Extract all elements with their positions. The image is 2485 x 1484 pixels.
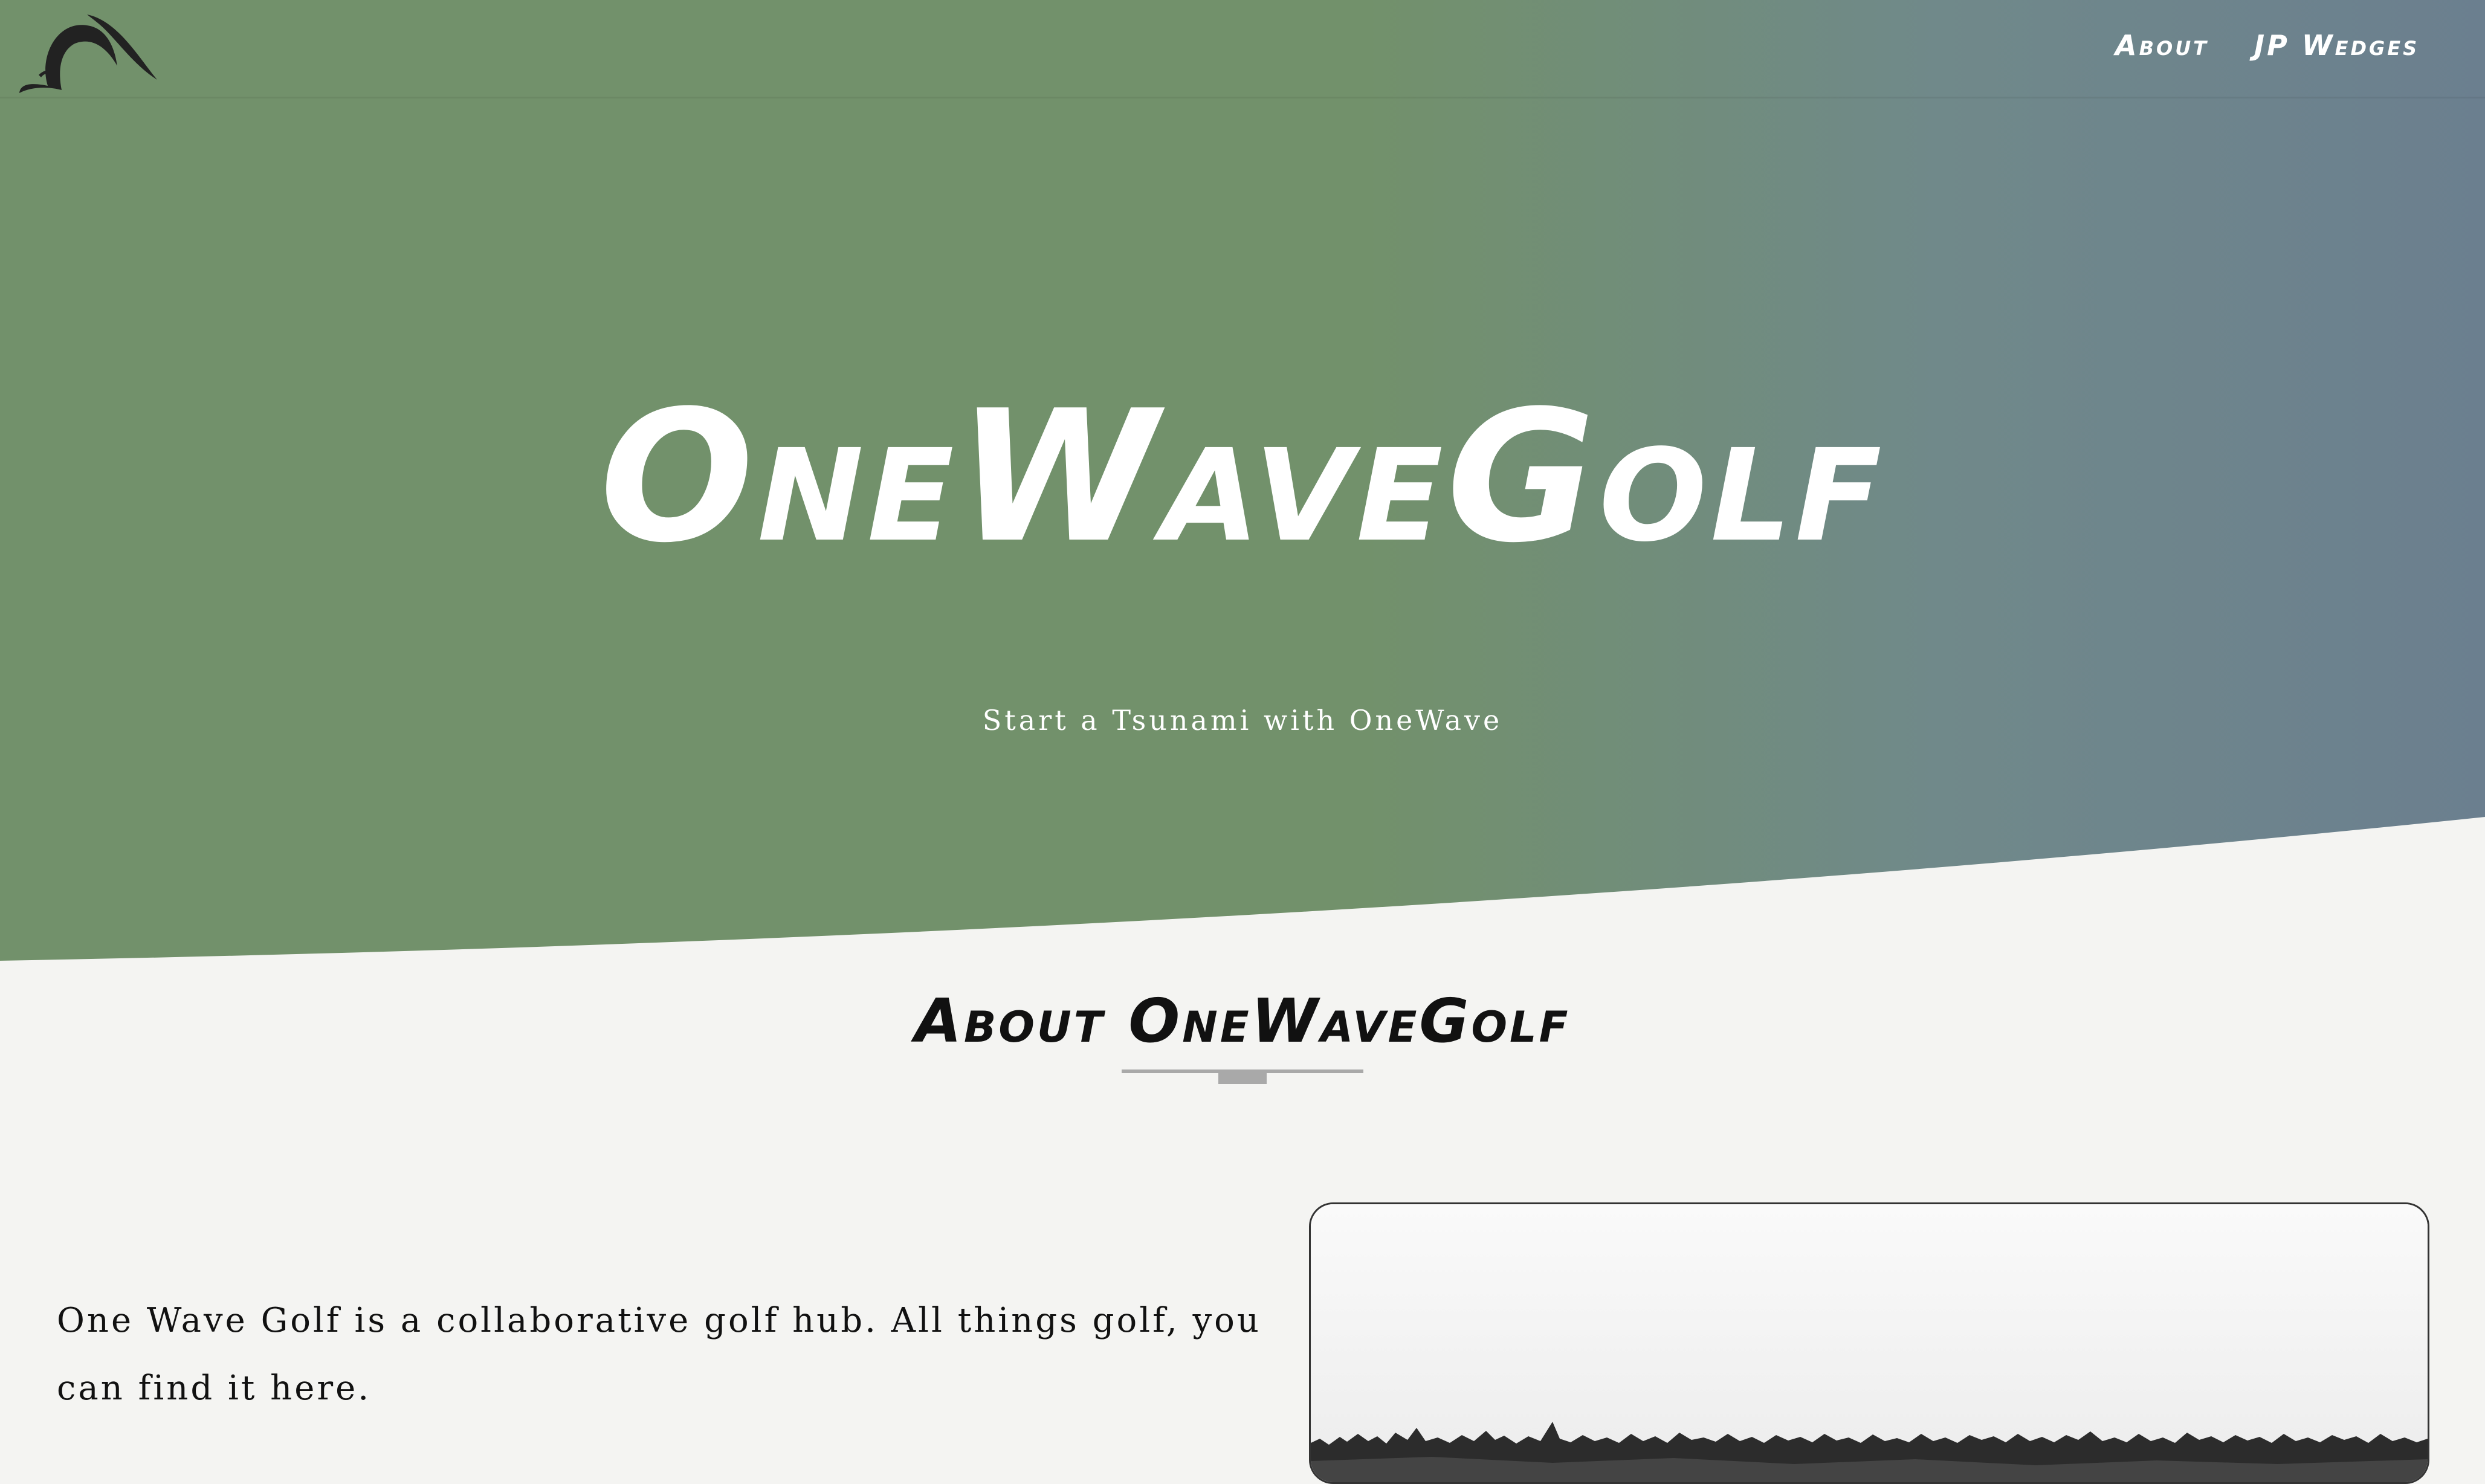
hero-subtitle: Start a Tsunami with OneWave	[982, 704, 1503, 737]
nav-about-link[interactable]: About	[2115, 29, 2209, 62]
top-navbar: About JP Wedges	[0, 0, 2485, 98]
treeline-image	[1311, 1204, 2428, 1482]
hero-wave-edge	[0, 817, 2485, 979]
nav-jp-wedges-link[interactable]: JP Wedges	[2254, 29, 2419, 62]
wave-logo-icon[interactable]	[15, 8, 160, 99]
about-heading: About OneWaveGolf	[914, 986, 1571, 1056]
hero-title: OneWaveGolf	[599, 372, 1886, 582]
section-divider-accent	[1218, 1069, 1267, 1084]
about-photo	[1309, 1202, 2429, 1484]
about-description: One Wave Golf is a collaborative golf hu…	[57, 1301, 1261, 1408]
